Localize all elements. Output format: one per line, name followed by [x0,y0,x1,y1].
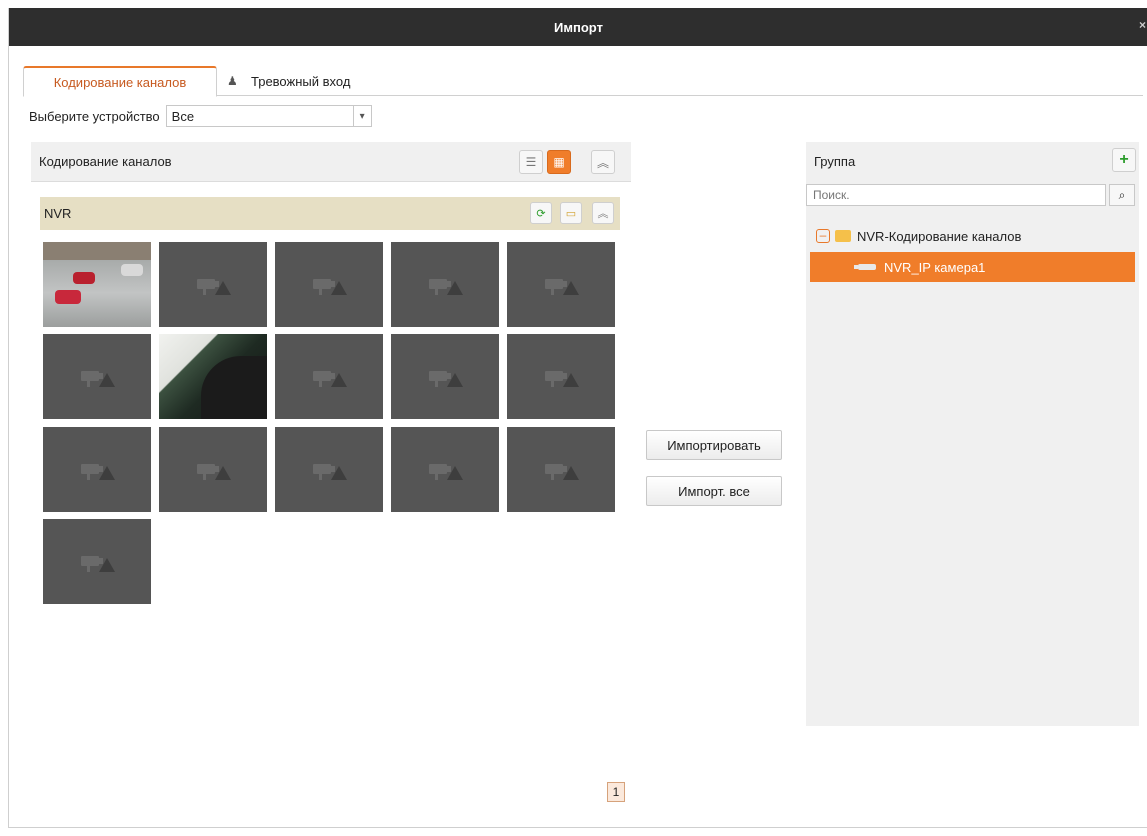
channel-thumbnail[interactable] [43,242,151,327]
page-number: 1 [612,785,620,799]
channel-thumbnail[interactable] [159,427,267,512]
add-to-folder-button[interactable]: ▭ [560,202,582,224]
tab-bar: Кодирование каналов ♟ Тревожный вход [23,66,1143,97]
search-button[interactable]: ⌕ [1109,184,1135,206]
camera-offline-icon [427,367,463,387]
add-group-button[interactable]: + [1112,148,1136,172]
channel-thumbnail[interactable] [43,519,151,604]
page-button[interactable]: 1 [607,782,625,802]
nvr-group-title: NVR [44,206,72,221]
camera-offline-icon [79,367,115,387]
alarm-input-icon: ♟ [227,74,238,88]
group-panel-title: Группа [814,154,856,169]
camera-offline-icon [195,460,231,480]
ip-camera-icon [854,264,876,270]
camera-offline-icon [79,460,115,480]
refresh-icon: ⟳ [536,207,546,220]
camera-offline-icon [543,367,579,387]
channel-thumbnail[interactable] [275,242,383,327]
list-view-icon: ☰ [525,155,537,169]
camera-offline-icon [311,367,347,387]
collapse-panel-button[interactable]: ︽ [591,150,615,174]
import-dialog: Импорт × Кодирование каналов ♟ Тревожный… [8,8,1147,828]
folder-icon [835,230,851,242]
close-icon[interactable]: × [1139,18,1146,32]
channel-thumbnail[interactable] [507,334,615,419]
channel-panel-header: Кодирование каналов ☰ ▦ ︽ [31,142,631,182]
tab-channel-encoding-label: Кодирование каналов [53,74,187,90]
channel-thumbnail[interactable] [391,242,499,327]
title-bar: Импорт × [9,8,1147,46]
tree-node-root-label: NVR-Кодирование каналов [857,228,1022,244]
import-button-label: Импортировать [667,437,761,453]
grid-view-icon: ▦ [553,155,565,169]
channel-thumbnail[interactable] [391,427,499,512]
collapse-node-icon[interactable]: – [816,229,830,243]
tab-alarm-input-label: Тревожный вход [251,73,351,89]
device-select[interactable]: Все ▾ [165,105,372,127]
channel-thumbnail[interactable] [275,427,383,512]
tree-node-root[interactable]: – NVR-Кодирование каналов [816,226,1021,246]
camera-offline-icon [79,552,115,572]
tab-channel-encoding[interactable]: Кодирование каналов [23,66,217,97]
channel-thumbnail[interactable] [507,427,615,512]
device-label: Выберите устройство [29,108,160,124]
chevron-down-icon[interactable]: ▾ [352,106,371,126]
channel-panel: Кодирование каналов ☰ ▦ ︽ NVR ⟳ ▭ ︽ 1 [31,142,631,826]
camera-offline-icon [311,460,347,480]
search-icon: ⌕ [1118,187,1126,202]
tree-node-camera-label: NVR_IP камера1 [884,259,986,275]
collapse-group-button[interactable]: ︽ [592,202,614,224]
double-chevron-up-icon: ︽ [596,155,609,170]
live-preview [201,356,267,419]
channel-thumbnail[interactable] [159,242,267,327]
channel-thumbnail[interactable] [275,334,383,419]
channel-thumbnail[interactable] [43,427,151,512]
plus-icon: + [1119,151,1129,168]
channel-thumbnail[interactable] [43,334,151,419]
camera-offline-icon [311,275,347,295]
grid-view-button[interactable]: ▦ [547,150,571,174]
live-preview [43,242,151,260]
folder-add-icon: ▭ [565,207,577,220]
camera-offline-icon [543,275,579,295]
channel-thumbnail[interactable] [391,334,499,419]
tab-alarm-input[interactable]: ♟ Тревожный вход [221,66,371,96]
camera-offline-icon [427,460,463,480]
camera-offline-icon [195,275,231,295]
double-chevron-up-icon: ︽ [597,208,609,220]
list-view-button[interactable]: ☰ [519,150,543,174]
refresh-button[interactable]: ⟳ [530,202,552,224]
import-button[interactable]: Импортировать [646,430,782,460]
device-selector-row: Выберите устройство Все ▾ [29,104,372,128]
search-input[interactable] [806,184,1106,206]
tree-node-camera[interactable]: NVR_IP камера1 [810,252,1135,282]
import-all-button-label: Импорт. все [678,483,750,499]
device-select-value: Все [171,108,195,124]
camera-offline-icon [543,460,579,480]
channel-grid [43,242,623,612]
camera-offline-icon [427,275,463,295]
channel-thumbnail[interactable] [159,334,267,419]
nvr-group-bar: NVR ⟳ ▭ ︽ [40,197,620,230]
import-all-button[interactable]: Импорт. все [646,476,782,506]
window-title: Импорт [554,19,603,35]
channel-panel-title: Кодирование каналов [39,154,172,169]
group-panel: Группа + ⌕ – NVR-Кодирование каналов NVR… [806,142,1139,726]
channel-thumbnail[interactable] [507,242,615,327]
